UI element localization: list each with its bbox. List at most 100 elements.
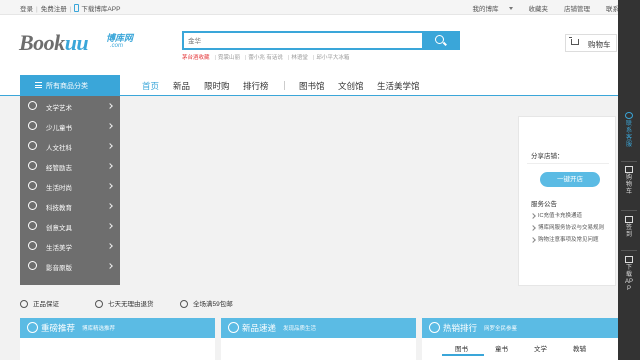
category-item[interactable]: 文学艺术 [20,96,120,116]
tab-tutoring[interactable]: 教辅 [573,343,586,353]
login-link[interactable]: 登录 [20,3,33,13]
cart-icon [569,37,579,45]
nav-flash-sale[interactable]: 限时购 [204,80,230,92]
dock-download-app[interactable]: 下载APP [618,256,640,293]
nav-lifestyle[interactable]: 生活美学馆 [377,80,420,92]
service-notice-title: 服务公告 [531,201,557,208]
section-header: 热销排行 网罗全民参鉴 [422,318,618,338]
new-icon [228,322,239,333]
hot-keywords: 茅台酒收藏 | 霓裳山丽 | 蕾小兆 有话说 | 林语堂 | 邱小平大冰箱 [182,53,350,61]
nav-new[interactable]: 新品 [173,80,190,92]
genuine-icon [20,300,28,308]
category-item[interactable]: 少儿童书 [20,116,120,136]
pot-icon [28,241,37,250]
dock-signin[interactable]: 签到 [618,216,640,239]
dock-service[interactable]: 联系客服 [618,112,640,149]
phone-icon [625,256,633,263]
tab-books[interactable]: 图书 [455,343,468,353]
dock-label: 下载APP [625,265,634,292]
dock-label: 购物车 [625,175,632,195]
shipping-icon [180,300,188,308]
category-item[interactable]: 经管励志 [20,156,120,176]
dock-label: 联系客服 [625,121,632,148]
section-subtitle: 发现品质生活 [283,326,317,332]
section-title: 重磅推荐 [41,323,76,333]
search-box [182,31,460,50]
category-item[interactable]: 科技教育 [20,196,120,216]
chevron-right-icon [107,163,113,169]
box-icon [28,221,37,230]
chevron-right-icon [107,103,113,109]
notice-link[interactable]: IC充值卡充换通道 [531,211,615,223]
section-title: 热销排行 [443,323,478,333]
briefcase-icon [28,161,37,170]
top-bar: 登录|免费注册|下载博库APP 我的博库收藏夹店铺管理联系客服 [0,0,640,15]
category-item[interactable]: 人文社科 [20,136,120,156]
calendar-icon [625,216,633,223]
hot-keyword[interactable]: 蕾小兆 有话说 [248,53,283,61]
download-app-link[interactable]: 下载博库APP [74,3,120,13]
divider: | [36,6,38,13]
store-info-panel: 分享店铺： 一键开店 服务公告 IC充值卡充换通道 博库网服务协议与交易规则 购… [518,116,616,286]
cart-button[interactable]: 购物车 [565,34,617,52]
hot-keyword[interactable]: 林语堂 [291,53,308,61]
notice-link[interactable]: 博库网服务协议与交易规则 [531,223,615,235]
my-bookuu-label: 我的博库 [472,6,499,13]
all-categories-button[interactable]: 所有商品分类 [20,75,120,96]
nav-ranking[interactable]: 排行榜 [243,80,269,92]
all-categories-label: 所有商品分类 [46,83,88,90]
favorites-link[interactable]: 收藏夹 [529,3,549,13]
category-item[interactable]: 生活美学 [20,236,120,256]
category-label: 生活时尚 [46,185,72,192]
download-app-label: 下载博库APP [81,6,121,13]
open-store-button[interactable]: 一键开店 [540,172,600,187]
tab-children[interactable]: 童书 [495,343,508,353]
share-store-label: 分享店铺： [531,153,564,160]
divider [621,210,637,211]
dock-cart[interactable]: 购物车 [618,166,640,196]
nav-home[interactable]: 首页 [142,80,159,92]
menu-icon [35,82,42,88]
disc-icon [28,261,37,270]
category-item[interactable]: 创意文具 [20,216,120,236]
store-manage-link[interactable]: 店铺管理 [564,3,590,13]
my-bookuu-menu[interactable]: 我的博库 [465,3,513,13]
cap-icon [28,201,37,210]
guarantee-item: 全场满59包邮 [180,298,233,308]
new-arrivals-section: 新品速递 发现品质生活 [221,318,416,360]
fire-icon [429,322,440,333]
search-icon [435,35,444,44]
logo-domain: .com [110,43,124,49]
category-item[interactable]: 生活时尚 [20,176,120,196]
active-tab-indicator [442,354,484,356]
guarantee-item: 七天无理由退货 [95,298,154,308]
chevron-right-icon [107,263,113,269]
nav-cultural[interactable]: 文创馆 [338,80,364,92]
nav-library[interactable]: 图书馆 [299,80,325,92]
section-subtitle: 博库精选推荐 [82,326,116,332]
category-label: 经管励志 [46,165,72,172]
section-title: 新品速递 [242,323,277,333]
kite-icon [28,121,37,130]
register-link[interactable]: 免费注册 [41,3,67,13]
guarantee-bar: 正品保证 七天无理由退货 全场满59包邮 [20,298,300,312]
phone-icon [74,4,80,12]
hot-keyword[interactable]: 茅台酒收藏 [182,53,210,61]
hot-keyword[interactable]: 霓裳山丽 [218,53,240,61]
category-item[interactable]: 影音原版 [20,256,120,276]
guarantee-item: 正品保证 [20,298,59,308]
leaf-icon [28,141,37,150]
category-label: 影音原版 [46,265,72,272]
search-button[interactable] [422,31,460,50]
chevron-right-icon [107,123,113,129]
search-input[interactable] [188,35,418,47]
logo[interactable]: Bookuu [19,30,89,56]
divider [621,250,637,251]
divider: | [69,6,72,13]
tab-literature[interactable]: 文学 [534,343,547,353]
cart-label: 购物车 [588,40,611,49]
bestseller-section: 热销排行 网罗全民参鉴 图书 童书 文学 教辅 [422,318,618,360]
notice-link[interactable]: 购物注意事项及常见问题 [531,235,615,247]
hot-keyword[interactable]: 邱小平大冰箱 [316,53,349,61]
category-label: 文学艺术 [46,105,72,112]
